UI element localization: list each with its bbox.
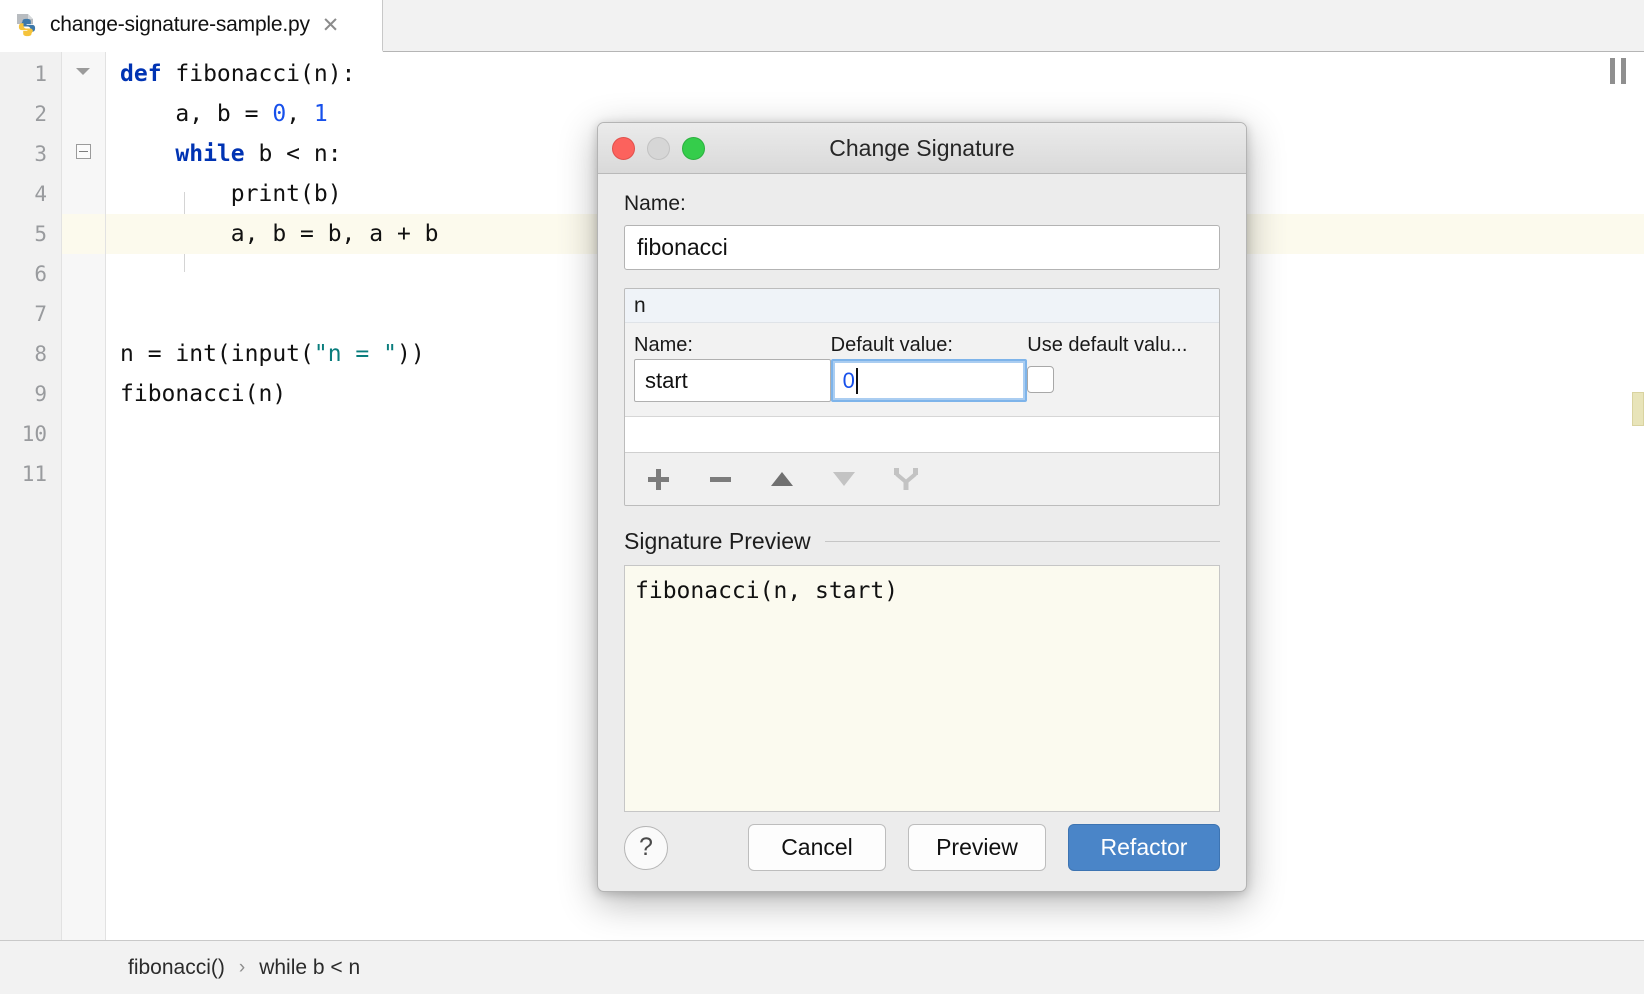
line-number: 1 — [34, 54, 47, 94]
caret-line-highlight-gutter — [62, 214, 105, 254]
code-token: while — [175, 141, 244, 167]
signature-preview-label: Signature Preview — [624, 528, 811, 555]
editor-tab-bar: change-signature-sample.py ✕ — [0, 0, 1644, 52]
code-token: fibonacci(n) — [120, 381, 286, 407]
propagate-parameter-button[interactable] — [889, 462, 923, 496]
code-token: 1 — [314, 101, 328, 127]
line-number: 11 — [22, 454, 47, 494]
column-header-default-value: Default value: — [831, 331, 1028, 359]
code-token: a, b = b, a + b — [120, 221, 439, 247]
line-number: 10 — [22, 414, 47, 454]
line-number: 5 — [34, 214, 47, 254]
move-down-button[interactable] — [827, 462, 861, 496]
parameters-empty-row[interactable] — [625, 416, 1219, 452]
pause-icon[interactable] — [1610, 58, 1632, 84]
parameter-row[interactable]: Name: start Default value: 0 Use default… — [625, 323, 1219, 416]
line-number: 3 — [34, 134, 47, 174]
parameter-group-label: n — [625, 289, 1219, 323]
zoom-traffic-light[interactable] — [682, 137, 705, 160]
code-token — [120, 141, 175, 167]
fold-marker-icon[interactable] — [76, 144, 91, 159]
breadcrumb-item-while[interactable]: while b < n — [259, 956, 360, 980]
editor-tab-label: change-signature-sample.py — [50, 13, 310, 37]
line-number: 4 — [34, 174, 47, 214]
parameter-default-value-input[interactable]: 0 — [831, 359, 1028, 402]
window-controls — [612, 137, 705, 160]
move-up-button[interactable] — [765, 462, 799, 496]
breadcrumb-item-function[interactable]: fibonacci() — [128, 956, 225, 980]
column-header-name: Name: — [634, 331, 831, 359]
dialog-title-bar: Change Signature — [598, 123, 1246, 174]
legend-divider — [825, 541, 1220, 542]
close-traffic-light[interactable] — [612, 137, 635, 160]
line-number: 9 — [34, 374, 47, 414]
text-caret — [856, 368, 858, 394]
help-button[interactable]: ? — [624, 826, 668, 870]
column-header-use-default-value: Use default valu... — [1027, 331, 1219, 359]
parameter-name-input[interactable]: start — [634, 359, 831, 402]
editor-tab-change-signature-sample[interactable]: change-signature-sample.py ✕ — [0, 0, 383, 52]
parameters-panel: n Name: start Default value: 0 Use defau… — [624, 288, 1220, 506]
minimize-traffic-light[interactable] — [647, 137, 670, 160]
code-token: b < n: — [245, 141, 342, 167]
code-token: def — [120, 61, 162, 87]
parameters-toolbar — [625, 452, 1219, 505]
python-file-icon — [14, 12, 40, 38]
use-default-value-checkbox[interactable] — [1027, 366, 1054, 393]
preview-button[interactable]: Preview — [908, 824, 1046, 871]
signature-preview-text: fibonacci(n, start) — [624, 565, 1220, 812]
line-number: 8 — [34, 334, 47, 374]
fold-arrow-icon[interactable] — [76, 68, 90, 75]
breadcrumb-bar: fibonacci() › while b < n — [0, 940, 1644, 994]
function-name-input[interactable] — [624, 225, 1220, 270]
refactor-button[interactable]: Refactor — [1068, 824, 1220, 871]
line-number: 6 — [34, 254, 47, 294]
code-token: )) — [397, 341, 425, 367]
ide-window: change-signature-sample.py ✕ 12345678910… — [0, 0, 1644, 994]
dialog-footer: ? Cancel Preview Refactor — [624, 824, 1220, 871]
code-token: "n = " — [314, 341, 397, 367]
code-token: n = int(input( — [120, 341, 314, 367]
remove-parameter-button[interactable] — [703, 462, 737, 496]
parameter-default-value-text: 0 — [843, 368, 855, 394]
code-token: fibonacci(n): — [162, 61, 356, 87]
line-number: 7 — [34, 294, 47, 334]
code-folding-gutter[interactable] — [62, 52, 106, 940]
code-token: print(b) — [120, 181, 342, 207]
close-icon[interactable]: ✕ — [322, 15, 340, 36]
code-token: , — [286, 101, 314, 127]
signature-preview-legend: Signature Preview — [624, 528, 1220, 555]
cancel-button[interactable]: Cancel — [748, 824, 886, 871]
name-label: Name: — [624, 192, 1220, 216]
line-number: 2 — [34, 94, 47, 134]
code-token: 0 — [272, 101, 286, 127]
dialog-body: Name: n Name: start Default value: 0 — [598, 174, 1246, 892]
change-signature-dialog: Change Signature Name: n Name: start Def… — [597, 122, 1247, 892]
line-number-gutter: 1234567891011 — [0, 52, 62, 940]
breadcrumb-separator-icon: › — [239, 957, 245, 979]
scroll-marker[interactable] — [1632, 392, 1644, 426]
add-parameter-button[interactable] — [641, 462, 675, 496]
code-line: def fibonacci(n): — [106, 54, 1644, 94]
code-token: a, b = — [120, 101, 272, 127]
